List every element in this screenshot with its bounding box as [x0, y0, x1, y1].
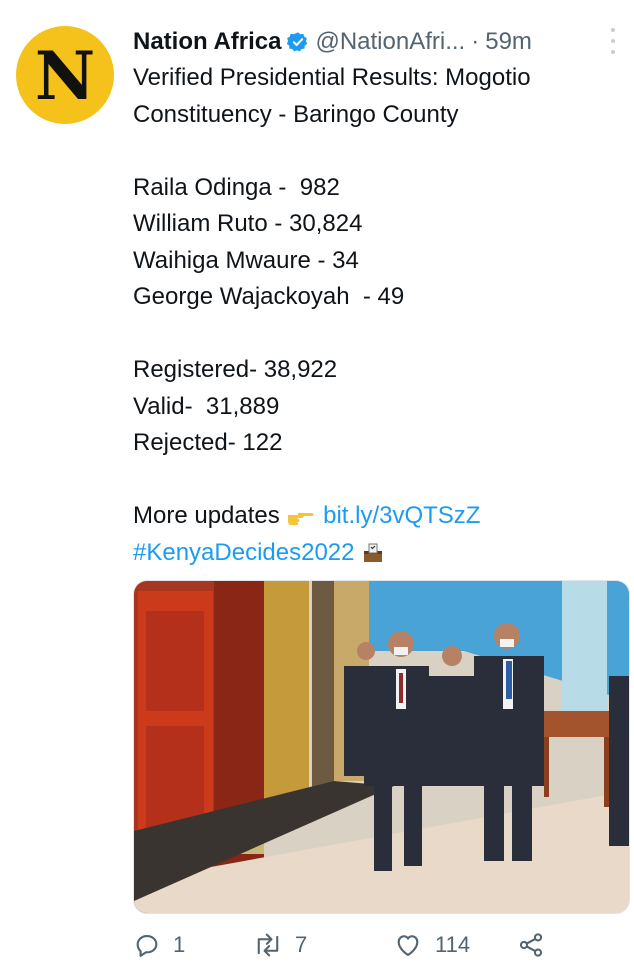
pointing-hand-icon	[288, 512, 314, 525]
reply-button[interactable]: 1	[133, 931, 253, 959]
share-icon	[519, 933, 543, 957]
result-line: George Wajackoyah - 49	[133, 283, 405, 310]
timestamp[interactable]: 59m	[485, 28, 532, 56]
separator-dot: ·	[471, 28, 480, 55]
like-count: 114	[435, 932, 471, 957]
text-line: Constituency - Baringo County	[133, 100, 459, 128]
total-line: Rejected- 122	[133, 429, 283, 456]
reply-icon	[136, 934, 158, 957]
like-button[interactable]: 114	[393, 931, 517, 959]
reply-count: 1	[173, 932, 186, 957]
like-icon	[397, 935, 419, 956]
author-name[interactable]: Nation Africa	[133, 28, 281, 56]
ballot-box-icon	[364, 543, 383, 563]
total-line: Registered- 38,922	[133, 356, 338, 383]
action-bar: 1 7 114	[133, 928, 618, 962]
tweet-header: Nation Africa @NationAfri... · 59m	[133, 27, 618, 57]
result-line: William Ruto - 30,824	[133, 210, 363, 237]
text-line: Verified Presidential Results: Mogotio	[133, 64, 531, 91]
retweet-button[interactable]: 7	[253, 931, 393, 959]
result-line: Waihiga Mwaure - 34	[133, 246, 359, 274]
retweet-icon	[257, 933, 279, 957]
more-updates-line: More updates bit.ly/3vQTSzZ	[133, 498, 618, 535]
share-button[interactable]	[517, 931, 557, 959]
more-updates-label: More updates	[133, 502, 280, 529]
retweet-count: 7	[295, 932, 308, 957]
short-link[interactable]: bit.ly/3vQTSzZ	[323, 502, 480, 529]
more-icon[interactable]	[610, 28, 616, 54]
avatar-letter: N	[34, 37, 96, 115]
total-line: Valid- 31,889	[133, 392, 280, 420]
author-handle[interactable]: @NationAfri...	[315, 28, 465, 56]
avatar[interactable]: N	[16, 26, 114, 124]
hashtag-line: #KenyaDecides2022	[133, 535, 618, 572]
attached-photo[interactable]	[133, 580, 630, 914]
result-line: Raila Odinga - 982	[133, 173, 340, 201]
tweet-text: Verified Presidential Results: Mogotio C…	[133, 60, 618, 571]
hashtag-link[interactable]: #KenyaDecides2022	[133, 539, 355, 566]
verified-badge-icon	[287, 32, 308, 52]
photo-corridor	[134, 581, 629, 913]
